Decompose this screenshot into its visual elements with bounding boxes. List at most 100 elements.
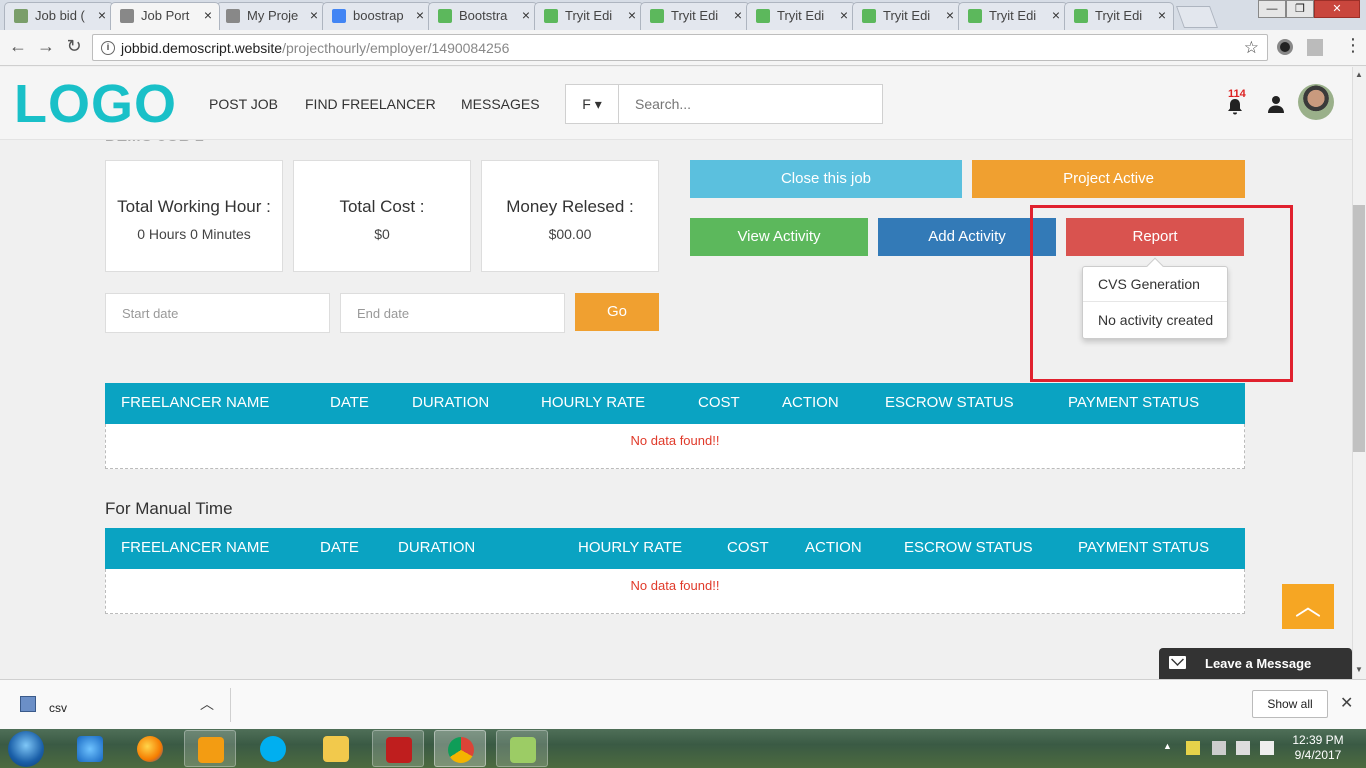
ie-taskbar-icon[interactable] [64, 730, 116, 767]
column-header[interactable]: FREELANCER NAME [121, 539, 269, 556]
column-header[interactable]: PAYMENT STATUS [1078, 539, 1209, 556]
column-header[interactable]: DURATION [412, 394, 489, 411]
tab-close-icon[interactable]: × [840, 7, 848, 23]
notepad-plus-taskbar-icon[interactable] [496, 730, 548, 767]
reload-icon[interactable]: ↻ [62, 36, 86, 57]
column-header[interactable]: FREELANCER NAME [121, 394, 269, 411]
column-header[interactable]: DURATION [398, 539, 475, 556]
browser-tab[interactable]: Tryit Edi × [534, 2, 644, 30]
back-to-top-button[interactable]: ︿ [1282, 584, 1334, 629]
filezilla-taskbar-icon[interactable] [372, 730, 424, 767]
file-explorer-taskbar-icon[interactable] [310, 730, 362, 767]
maximize-icon[interactable]: ❐ [1286, 0, 1314, 18]
download-item[interactable]: csv [49, 701, 67, 715]
bell-icon[interactable] [1226, 98, 1244, 116]
url-input[interactable]: i jobbid.demoscript.website/projecthourl… [92, 34, 1268, 61]
project-active-button[interactable]: Project Active [972, 160, 1245, 198]
leave-message-widget[interactable]: Leave a Message [1159, 648, 1352, 679]
browser-tab[interactable]: Job bid (× [4, 2, 114, 30]
column-header[interactable]: HOURLY RATE [541, 394, 645, 411]
tab-close-icon[interactable]: × [98, 7, 106, 23]
stat-label: Total Cost : [339, 197, 425, 216]
menu-item-no-activity[interactable]: No activity created [1098, 312, 1213, 328]
browser-tab[interactable]: Job Port × [110, 2, 220, 30]
tab-close-icon[interactable]: × [1158, 7, 1166, 23]
tray-action-center-icon[interactable] [1212, 741, 1226, 755]
tray-network-icon[interactable] [1236, 741, 1250, 755]
column-header[interactable]: ACTION [782, 394, 839, 411]
nav-messages[interactable]: MESSAGES [461, 96, 540, 112]
minimize-icon[interactable]: — [1258, 0, 1286, 18]
site-logo[interactable]: LOGO [14, 73, 177, 135]
window-close-icon[interactable]: ✕ [1314, 0, 1360, 18]
divider [230, 688, 231, 722]
column-header[interactable]: ACTION [805, 539, 862, 556]
avatar[interactable] [1298, 84, 1334, 120]
column-header[interactable]: COST [727, 539, 769, 556]
extension-icon[interactable] [1277, 39, 1293, 55]
new-tab-button[interactable] [1175, 6, 1219, 28]
browser-tab[interactable]: Tryit Edi × [640, 2, 750, 30]
search-filter-dropdown[interactable]: F ▾ [566, 85, 619, 123]
chrome-taskbar-icon[interactable] [434, 730, 486, 767]
end-date-input[interactable]: End date [340, 293, 565, 333]
tab-close-icon[interactable]: × [628, 7, 636, 23]
tab-label: Job Port [141, 8, 190, 23]
media-player-taskbar-icon[interactable] [184, 730, 236, 767]
browser-tab[interactable]: Tryit Edi × [1064, 2, 1174, 30]
tray-expand-icon[interactable]: ▲ [1163, 741, 1177, 755]
column-header[interactable]: HOURLY RATE [578, 539, 682, 556]
start-date-input[interactable]: Start date [105, 293, 330, 333]
search-group: F ▾ [565, 84, 883, 124]
browser-tab[interactable]: boostrap × [322, 2, 432, 30]
tab-close-icon[interactable]: × [1052, 7, 1060, 23]
browser-tab[interactable]: Tryit Edi × [746, 2, 856, 30]
search-input[interactable] [619, 85, 881, 123]
tray-volume-icon[interactable] [1260, 741, 1274, 755]
browser-tab[interactable]: Tryit Edi × [852, 2, 962, 30]
close-job-button[interactable]: Close this job [690, 160, 962, 198]
empty-message: No data found!! [630, 578, 720, 593]
column-header[interactable]: DATE [330, 394, 369, 411]
tab-favicon-icon [862, 9, 876, 23]
user-icon[interactable] [1268, 95, 1284, 113]
browser-tab[interactable]: Tryit Edi × [958, 2, 1068, 30]
nav-post-job[interactable]: POST JOB [209, 96, 278, 112]
system-clock[interactable]: 12:39 PM 9/4/2017 [1290, 733, 1346, 763]
start-button[interactable] [8, 731, 44, 767]
tab-close-icon[interactable]: × [204, 7, 212, 23]
scrollbar-thumb[interactable] [1353, 205, 1365, 452]
view-activity-button[interactable]: View Activity [690, 218, 868, 256]
scroll-down-arrow-icon[interactable]: ▼ [1355, 665, 1363, 674]
scroll-up-arrow-icon[interactable]: ▲ [1355, 70, 1363, 79]
browser-tab[interactable]: My Proje × [216, 2, 326, 30]
tab-favicon-icon [650, 9, 664, 23]
browser-tab[interactable]: Bootstra × [428, 2, 538, 30]
go-button[interactable]: Go [575, 293, 659, 331]
chrome-menu-icon[interactable]: ⋮ [1344, 36, 1362, 54]
tray-flag-icon[interactable] [1186, 741, 1200, 755]
column-header[interactable]: ESCROW STATUS [904, 539, 1033, 556]
column-header[interactable]: DATE [320, 539, 359, 556]
column-header[interactable]: PAYMENT STATUS [1068, 394, 1199, 411]
menu-item-cvs-generation[interactable]: CVS Generation [1098, 276, 1200, 292]
site-info-icon[interactable]: i [101, 41, 115, 55]
bookmark-star-icon[interactable]: ☆ [1244, 38, 1259, 58]
pdf-extension-icon[interactable] [1307, 39, 1323, 56]
back-icon[interactable]: ← [6, 36, 30, 57]
tab-close-icon[interactable]: × [946, 7, 954, 23]
tab-close-icon[interactable]: × [310, 7, 318, 23]
tab-close-icon[interactable]: × [416, 7, 424, 23]
tab-close-icon[interactable]: × [734, 7, 742, 23]
chevron-up-icon[interactable]: ︿ [200, 694, 214, 714]
tab-close-icon[interactable]: × [522, 7, 530, 23]
column-header[interactable]: COST [698, 394, 740, 411]
skype-taskbar-icon[interactable] [247, 730, 299, 767]
close-icon[interactable]: ✕ [1340, 693, 1353, 713]
forward-icon[interactable]: → [34, 36, 58, 57]
show-all-button[interactable]: Show all [1252, 690, 1328, 718]
firefox-taskbar-icon[interactable] [124, 730, 176, 767]
tab-label: Tryit Edi [777, 8, 825, 23]
nav-find-freelancer[interactable]: FIND FREELANCER [305, 96, 436, 112]
column-header[interactable]: ESCROW STATUS [885, 394, 1014, 411]
